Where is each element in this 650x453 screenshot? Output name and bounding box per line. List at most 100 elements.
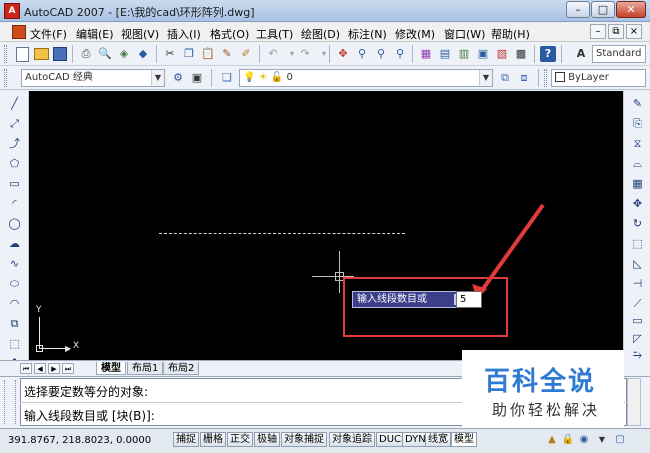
menu-edit[interactable]: 编辑(E) — [76, 26, 114, 41]
menu-draw[interactable]: 绘图(D) — [301, 26, 340, 41]
polyline-icon[interactable]: ⤴ — [7, 136, 22, 151]
polar-toggle[interactable]: 极轴 — [254, 432, 280, 447]
menu-file[interactable]: 文件(F) — [30, 26, 67, 41]
cursor-coordinates[interactable]: 391.8767, 218.8023, 0.0000 — [8, 433, 168, 448]
next-tab-icon[interactable]: ▶ — [48, 363, 60, 374]
layer-combo[interactable]: 💡 ☀ 🔓 0 ▼ — [239, 69, 493, 87]
doc-minimize-button[interactable]: – — [590, 24, 606, 39]
ellipse-arc-icon[interactable]: ◠ — [7, 296, 22, 311]
command-scrollbar[interactable] — [627, 378, 641, 426]
spline-icon[interactable]: ∿ — [7, 256, 22, 271]
osnap-toggle[interactable]: 对象捕捉 — [281, 432, 327, 447]
circle-icon[interactable]: ◯ — [7, 216, 22, 231]
annotation-scale-icon[interactable]: ▲ — [545, 433, 559, 447]
revision-cloud-icon[interactable]: ☁ — [7, 236, 22, 251]
tab-layout1[interactable]: 布局1 — [127, 362, 164, 375]
workspace-settings-icon[interactable]: ⚙ — [170, 70, 186, 86]
linetype-combo[interactable]: ByLayer — [551, 69, 646, 87]
erase-icon[interactable]: ✎ — [630, 96, 645, 111]
toolbar-grip[interactable] — [544, 69, 547, 87]
previous-tab-icon[interactable]: ◀ — [34, 363, 46, 374]
drawing-canvas[interactable]: ▶ X Y 输入线段数目或 ▼ 5 — [29, 91, 623, 360]
chevron-down-icon[interactable]: ▼ — [479, 70, 492, 86]
sheet-set-icon[interactable]: ▣ — [475, 46, 491, 62]
extend-icon[interactable]: ⟋ — [630, 296, 645, 311]
doc-close-button[interactable]: × — [626, 24, 642, 39]
workspace-combo[interactable]: AutoCAD 经典 ▼ — [21, 69, 165, 87]
publish-icon[interactable]: ◈ — [116, 46, 132, 62]
move-icon[interactable]: ✥ — [630, 196, 645, 211]
menu-insert[interactable]: 插入(I) — [167, 26, 201, 41]
grid-toggle[interactable]: 栅格 — [200, 432, 226, 447]
design-center-icon[interactable]: ▤ — [437, 46, 453, 62]
segment-count-input[interactable]: 5 — [456, 291, 482, 308]
menu-tools[interactable]: 工具(T) — [256, 26, 293, 41]
doc-restore-button[interactable]: ⧉ — [608, 24, 624, 39]
close-button[interactable]: ✕ — [616, 1, 646, 18]
scale-icon[interactable]: ⬚ — [630, 236, 645, 251]
make-block-icon[interactable]: ⬚ — [7, 336, 22, 351]
cut-icon[interactable]: ✂ — [162, 46, 178, 62]
polygon-icon[interactable]: ⬠ — [7, 156, 22, 171]
properties-icon[interactable]: ▦ — [418, 46, 434, 62]
print-icon[interactable]: ⎙ — [78, 46, 94, 62]
ortho-toggle[interactable]: 正交 — [227, 432, 253, 447]
clean-screen-icon[interactable]: ▢ — [613, 433, 627, 447]
tab-model[interactable]: 模型 — [96, 362, 126, 375]
block-editor-icon[interactable]: ✐ — [238, 46, 254, 62]
menu-help[interactable]: 帮助(H) — [491, 26, 530, 41]
trim-icon[interactable]: ⊣ — [630, 276, 645, 291]
copy-icon[interactable]: ❐ — [181, 46, 197, 62]
tool-palettes-icon[interactable]: ▥ — [456, 46, 472, 62]
redo-icon[interactable]: ↷ — [297, 46, 313, 62]
chamfer-icon[interactable]: ◸ — [630, 331, 645, 346]
zoom-previous-icon[interactable]: ⚲ — [392, 46, 408, 62]
stretch-icon[interactable]: ◺ — [630, 256, 645, 271]
arc-icon[interactable]: ◜ — [7, 196, 22, 211]
new-file-icon[interactable] — [14, 46, 30, 62]
3d-dwf-icon[interactable]: ◆ — [135, 46, 151, 62]
paste-icon[interactable]: 📋 — [200, 46, 216, 62]
fillet-icon[interactable]: ⥲ — [630, 347, 645, 362]
autocad-app-icon[interactable]: A — [4, 3, 20, 19]
open-file-icon[interactable] — [33, 46, 49, 62]
chevron-down-icon[interactable]: ▼ — [151, 70, 164, 86]
model-toggle[interactable]: 模型 — [451, 432, 477, 447]
save-icon[interactable] — [52, 46, 68, 62]
menu-modify[interactable]: 修改(M) — [395, 26, 435, 41]
lock-icon[interactable]: 🔒 — [561, 433, 575, 447]
rectangle-icon[interactable]: ▭ — [7, 176, 22, 191]
line-icon[interactable]: ╱ — [7, 96, 22, 111]
toolbar-grip[interactable] — [4, 69, 7, 87]
offset-icon[interactable]: ⌓ — [630, 156, 645, 171]
last-tab-icon[interactable]: ⏭ — [62, 363, 74, 374]
my-workspace-icon[interactable]: ▣ — [189, 70, 205, 86]
make-layer-current-icon[interactable]: ⧉ — [497, 70, 513, 86]
first-tab-icon[interactable]: ⏮ — [20, 363, 32, 374]
menu-window[interactable]: 窗口(W) — [444, 26, 485, 41]
construction-line-icon[interactable]: ⤢ — [7, 116, 22, 131]
menu-dimension[interactable]: 标注(N) — [348, 26, 387, 41]
zoom-window-icon[interactable]: ⚲ — [373, 46, 389, 62]
zoom-realtime-icon[interactable]: ⚲ — [354, 46, 370, 62]
minimize-button[interactable]: – — [566, 1, 590, 18]
menu-format[interactable]: 格式(O) — [210, 26, 249, 41]
match-properties-icon[interactable]: ✎ — [219, 46, 235, 62]
pan-icon[interactable]: ✥ — [335, 46, 351, 62]
otrack-toggle[interactable]: 对象追踪 — [329, 432, 375, 447]
communication-center-icon[interactable]: ◉ — [577, 433, 591, 447]
text-style-combo[interactable]: Standard — [592, 45, 646, 63]
command-prompt-line[interactable]: 输入线段数目或 [块(B)]: — [24, 407, 155, 424]
calculator-icon[interactable]: ▩ — [513, 46, 529, 62]
insert-block-icon[interactable]: ⧉ — [7, 316, 22, 331]
help-icon[interactable]: ? — [540, 46, 556, 62]
ellipse-icon[interactable]: ⬭ — [7, 276, 22, 291]
menu-view[interactable]: 视图(V) — [121, 26, 159, 41]
status-menu-arrow-icon[interactable]: ▼ — [595, 433, 609, 447]
lineweight-toggle[interactable]: 线宽 — [425, 432, 451, 447]
document-menu-icon[interactable] — [12, 25, 26, 39]
layer-previous-icon[interactable]: ⧈ — [516, 70, 532, 86]
copy-object-icon[interactable]: ⎘ — [630, 116, 645, 131]
rotate-icon[interactable]: ↻ — [630, 216, 645, 231]
undo-icon[interactable]: ↶ — [265, 46, 281, 62]
